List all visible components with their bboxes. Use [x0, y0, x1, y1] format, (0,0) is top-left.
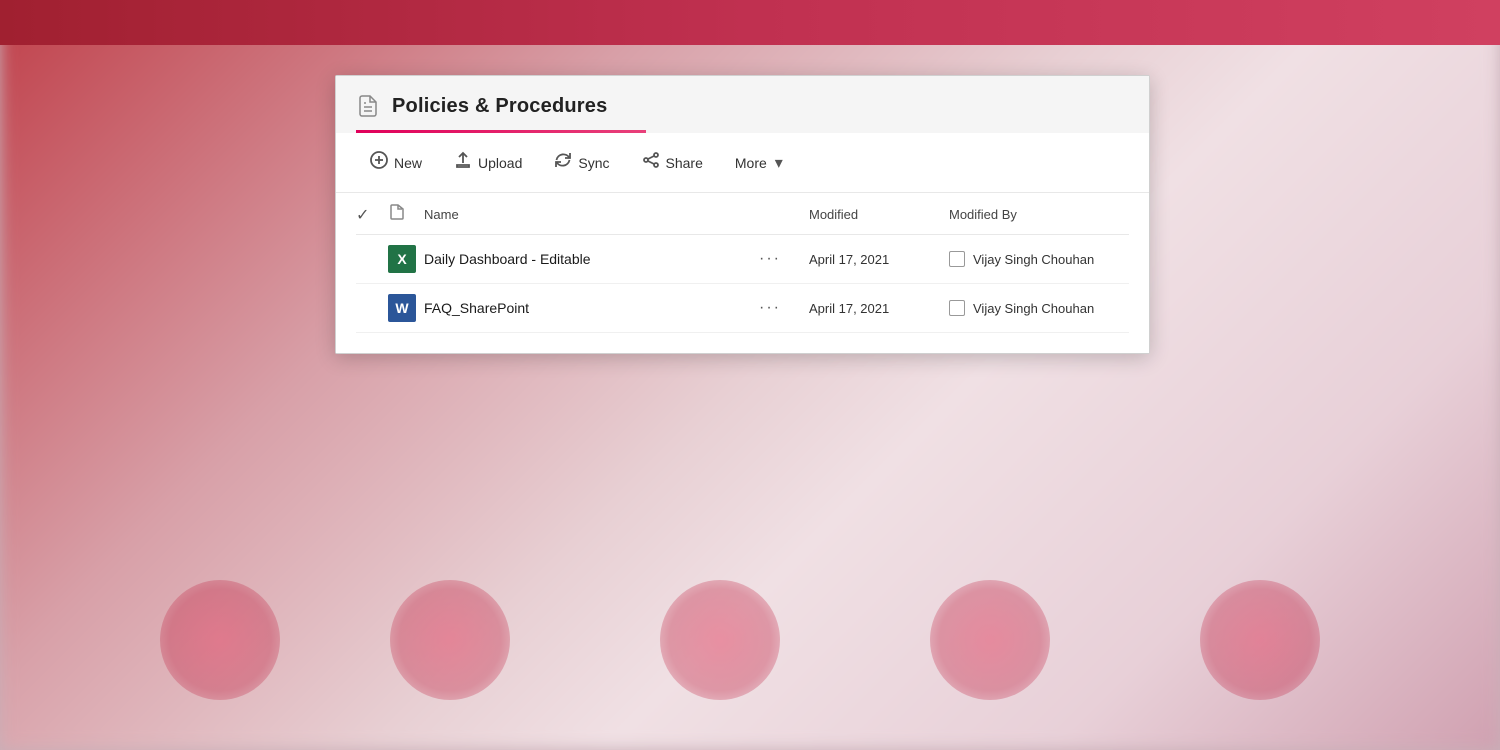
document-panel: Policies & Procedures New	[335, 75, 1150, 354]
bg-circle-4	[930, 580, 1050, 700]
row-2-options[interactable]: ···	[759, 299, 809, 317]
bg-circle-3	[660, 580, 780, 700]
share-icon	[642, 151, 660, 174]
row-2-profile-icon	[949, 300, 965, 316]
more-label: More	[735, 155, 767, 171]
icon-column-header	[388, 203, 424, 226]
upload-icon	[454, 151, 472, 174]
share-button[interactable]: Share	[628, 143, 717, 182]
new-button[interactable]: New	[356, 143, 436, 182]
row-2-modified-by-name: Vijay Singh Chouhan	[973, 301, 1094, 316]
new-label: New	[394, 155, 422, 171]
file-list: ✓ Name Modified Modified By Daily Dashbo…	[336, 193, 1149, 353]
row-2-modified-by: Vijay Singh Chouhan	[949, 300, 1129, 316]
row-1-modified: April 17, 2021	[809, 252, 949, 267]
panel-header: Policies & Procedures	[336, 76, 1149, 130]
row-1-profile-icon	[949, 251, 965, 267]
column-headers: ✓ Name Modified Modified By	[356, 193, 1129, 235]
modified-by-column-header: Modified By	[949, 207, 1129, 222]
table-row[interactable]: FAQ_SharePoint ··· April 17, 2021 Vijay …	[356, 284, 1129, 333]
upload-button[interactable]: Upload	[440, 143, 536, 182]
row-1-options[interactable]: ···	[759, 250, 809, 268]
word-icon-2	[388, 294, 416, 322]
row-2-modified: April 17, 2021	[809, 301, 949, 316]
row-1-modified-by: Vijay Singh Chouhan	[949, 251, 1129, 267]
excel-icon-1	[388, 245, 416, 273]
row-1-file-icon	[388, 245, 424, 273]
top-bar	[0, 0, 1500, 45]
panel-title: Policies & Procedures	[392, 95, 607, 118]
select-all-check[interactable]: ✓	[356, 207, 369, 224]
bg-circle-2	[390, 580, 510, 700]
sync-label: Sync	[578, 155, 609, 171]
toolbar: New Upload Sync	[336, 133, 1149, 193]
new-icon	[370, 151, 388, 174]
chevron-down-icon: ▾	[775, 153, 783, 173]
modified-column-header: Modified	[809, 207, 949, 222]
document-icon	[356, 94, 380, 118]
upload-label: Upload	[478, 155, 522, 171]
share-label: Share	[666, 155, 703, 171]
bg-circle-5	[1200, 580, 1320, 700]
sync-button[interactable]: Sync	[540, 143, 623, 182]
row-2-name[interactable]: FAQ_SharePoint	[424, 300, 759, 316]
sync-icon	[554, 151, 572, 174]
row-1-name[interactable]: Daily Dashboard - Editable	[424, 251, 759, 267]
name-column-header: Name	[424, 207, 759, 222]
row-2-file-icon	[388, 294, 424, 322]
check-column-header: ✓	[356, 205, 388, 225]
table-row[interactable]: Daily Dashboard - Editable ··· April 17,…	[356, 235, 1129, 284]
bg-circle-1	[160, 580, 280, 700]
row-1-modified-by-name: Vijay Singh Chouhan	[973, 252, 1094, 267]
more-button[interactable]: More ▾	[721, 145, 797, 181]
